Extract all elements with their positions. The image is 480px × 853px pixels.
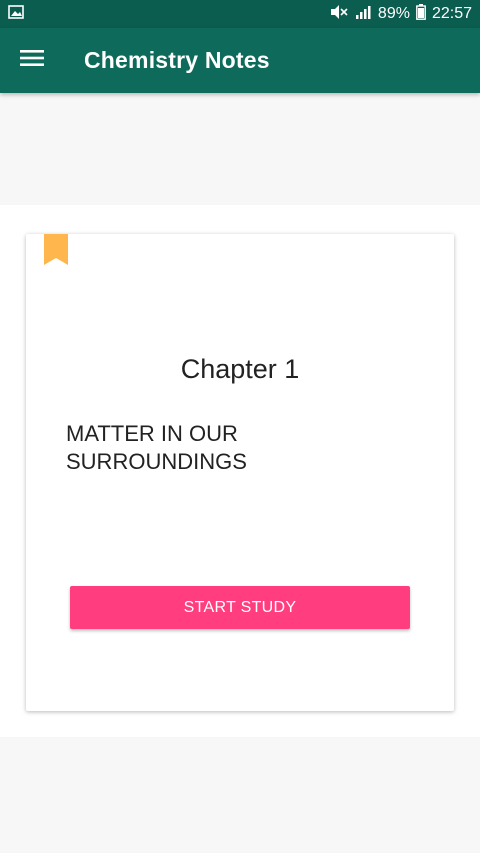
status-right: 89% 22:57 (330, 4, 472, 24)
menu-button[interactable] (0, 28, 64, 93)
clock: 22:57 (431, 5, 472, 22)
battery-icon (416, 4, 426, 24)
chapter-number: Chapter 1 (180, 354, 300, 384)
mute-icon (330, 4, 348, 24)
status-bar: 89% 22:57 (0, 0, 480, 28)
bookmark-icon[interactable] (44, 234, 68, 266)
gallery-notification-icon (8, 4, 24, 24)
battery-percent: 89% (377, 5, 410, 22)
chapter-title: MATTER IN OUR SURROUNDINGS (66, 421, 247, 474)
hamburger-menu-icon (20, 49, 44, 72)
app-title: Chemistry Notes (84, 47, 270, 73)
app-bar: Chemistry Notes (0, 28, 480, 93)
chapter-card: Chapter 1 MATTER IN OUR SURROUNDINGS STA… (26, 234, 454, 711)
start-study-button[interactable]: START STUDY (70, 586, 410, 629)
status-left (8, 4, 24, 24)
signal-icon (354, 4, 372, 24)
